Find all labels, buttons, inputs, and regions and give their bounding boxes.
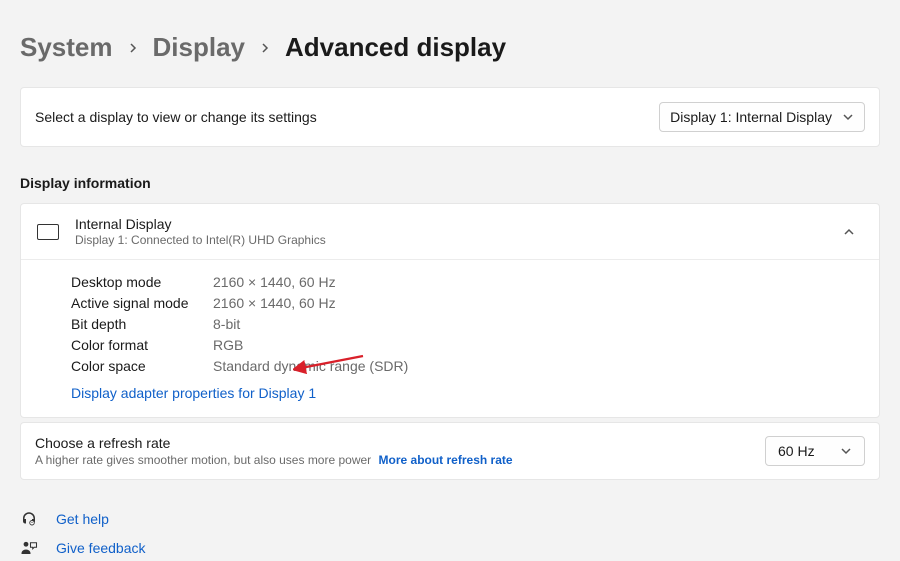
footer-links: Get help Give feedback (20, 510, 880, 557)
chevron-down-icon (842, 111, 854, 123)
chevron-down-icon (840, 445, 852, 457)
feedback-icon (20, 539, 38, 557)
monitor-icon (37, 224, 59, 240)
display-info-body: Desktop mode 2160 × 1440, 60 Hz Active s… (21, 259, 879, 417)
display-selector-dropdown[interactable]: Display 1: Internal Display (659, 102, 865, 132)
chevron-up-icon (843, 226, 855, 238)
refresh-rate-subtitle: A higher rate gives smoother motion, but… (35, 453, 765, 467)
get-help-link[interactable]: Get help (20, 510, 880, 528)
give-feedback-link[interactable]: Give feedback (20, 539, 880, 557)
help-icon (20, 510, 38, 528)
info-row-color-space: Color space Standard dynamic range (SDR) (71, 358, 863, 374)
info-row-active-signal-mode: Active signal mode 2160 × 1440, 60 Hz (71, 295, 863, 311)
refresh-rate-title: Choose a refresh rate (35, 435, 765, 451)
display-info-subtitle: Display 1: Connected to Intel(R) UHD Gra… (75, 233, 827, 247)
display-info-title: Internal Display (75, 216, 827, 232)
chevron-right-icon (259, 42, 271, 54)
refresh-rate-dropdown[interactable]: 60 Hz (765, 436, 865, 466)
chevron-right-icon (127, 42, 139, 54)
display-information-heading: Display information (20, 175, 880, 191)
display-adapter-properties-link[interactable]: Display adapter properties for Display 1 (71, 385, 316, 401)
more-about-refresh-rate-link[interactable]: More about refresh rate (379, 453, 513, 467)
info-row-desktop-mode: Desktop mode 2160 × 1440, 60 Hz (71, 274, 863, 290)
breadcrumb-system[interactable]: System (20, 32, 113, 63)
display-selector-value: Display 1: Internal Display (670, 109, 832, 125)
display-info-card: Internal Display Display 1: Connected to… (20, 203, 880, 418)
breadcrumb: System Display Advanced display (20, 0, 880, 87)
refresh-rate-value: 60 Hz (778, 443, 815, 459)
display-info-header[interactable]: Internal Display Display 1: Connected to… (21, 204, 879, 259)
info-row-bit-depth: Bit depth 8-bit (71, 316, 863, 332)
select-display-card: Select a display to view or change its s… (20, 87, 880, 147)
breadcrumb-display[interactable]: Display (153, 32, 246, 63)
refresh-rate-card: Choose a refresh rate A higher rate give… (20, 422, 880, 480)
breadcrumb-advanced-display: Advanced display (285, 32, 506, 63)
select-display-label: Select a display to view or change its s… (35, 109, 317, 125)
info-row-color-format: Color format RGB (71, 337, 863, 353)
